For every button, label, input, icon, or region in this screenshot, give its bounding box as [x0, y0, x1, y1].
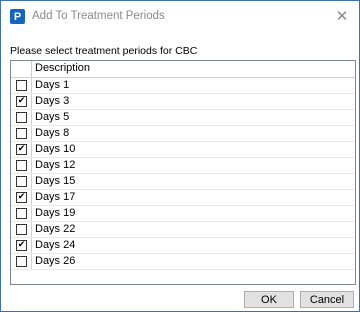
row-label: Days 24	[35, 239, 76, 251]
row-label: Days 19	[35, 207, 76, 219]
checkbox-cell	[11, 126, 32, 141]
checkbox-cell	[11, 254, 32, 269]
grid-rows: Days 1 ✔ Days 3 Days 5 Days 8 ✔ Days 10 …	[11, 78, 355, 270]
column-header-description[interactable]: Description	[35, 62, 90, 74]
row-checkbox[interactable]	[16, 160, 27, 171]
row-checkbox[interactable]	[16, 224, 27, 235]
table-row[interactable]: Days 12	[11, 158, 355, 174]
table-row[interactable]: Days 8	[11, 126, 355, 142]
checkbox-cell	[11, 222, 32, 237]
table-row[interactable]: ✔ Days 24	[11, 238, 355, 254]
row-checkbox[interactable]: ✔	[16, 144, 27, 155]
row-label: Days 3	[35, 95, 70, 107]
row-checkbox[interactable]	[16, 80, 27, 91]
table-row[interactable]: Days 1	[11, 78, 355, 94]
row-label: Days 5	[35, 111, 70, 123]
table-row[interactable]: Days 19	[11, 206, 355, 222]
checkbox-cell	[11, 206, 32, 221]
table-row[interactable]: ✔ Days 17	[11, 190, 355, 206]
checkbox-cell	[11, 110, 32, 125]
checkbox-cell: ✔	[11, 238, 32, 253]
ok-button[interactable]: OK	[244, 291, 294, 308]
table-row[interactable]: Days 15	[11, 174, 355, 190]
row-label: Days 15	[35, 175, 76, 187]
row-checkbox[interactable]	[16, 176, 27, 187]
table-row[interactable]: ✔ Days 10	[11, 142, 355, 158]
dialog-window: P Add To Treatment Periods ✕ Please sele…	[0, 0, 360, 312]
row-label: Days 1	[35, 79, 70, 91]
instruction-text: Please select treatment periods for CBC	[10, 45, 198, 57]
treatment-periods-grid: Description Days 1 ✔ Days 3 Days 5 Days …	[10, 60, 356, 285]
row-label: Days 10	[35, 143, 76, 155]
header-checkbox-column	[11, 61, 32, 77]
table-row[interactable]: Days 5	[11, 110, 355, 126]
row-checkbox[interactable]	[16, 128, 27, 139]
table-row[interactable]: Days 22	[11, 222, 355, 238]
row-label: Days 8	[35, 127, 70, 139]
row-checkbox[interactable]: ✔	[16, 192, 27, 203]
checkbox-cell: ✔	[11, 142, 32, 157]
close-button[interactable]: ✕	[331, 6, 353, 26]
row-checkbox[interactable]: ✔	[16, 240, 27, 251]
row-checkbox[interactable]	[16, 256, 27, 267]
title-bar: P Add To Treatment Periods ✕	[1, 1, 359, 31]
cancel-button[interactable]: Cancel	[300, 291, 354, 308]
checkbox-cell	[11, 158, 32, 173]
row-label: Days 12	[35, 159, 76, 171]
row-label: Days 26	[35, 255, 76, 267]
close-icon: ✕	[335, 8, 349, 25]
checkbox-cell	[11, 78, 32, 93]
row-checkbox[interactable]: ✔	[16, 96, 27, 107]
table-row[interactable]: ✔ Days 3	[11, 94, 355, 110]
row-label: Days 17	[35, 191, 76, 203]
checkbox-cell: ✔	[11, 94, 32, 109]
checkbox-cell	[11, 174, 32, 189]
checkbox-cell: ✔	[11, 190, 32, 205]
dialog-title: Add To Treatment Periods	[32, 10, 165, 22]
table-row[interactable]: Days 26	[11, 254, 355, 270]
row-checkbox[interactable]	[16, 208, 27, 219]
row-checkbox[interactable]	[16, 112, 27, 123]
row-label: Days 22	[35, 223, 76, 235]
grid-header: Description	[11, 61, 355, 78]
app-logo-icon: P	[10, 9, 25, 24]
